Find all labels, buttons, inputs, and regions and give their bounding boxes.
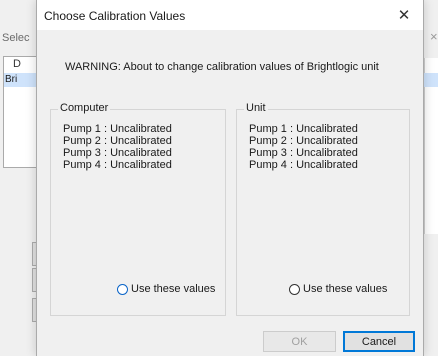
computer-pump-1: Pump 1 : Uncalibrated	[63, 123, 172, 135]
parent-list-header: D	[13, 58, 21, 70]
unit-pump-list: Pump 1 : Uncalibrated Pump 2 : Uncalibra…	[249, 123, 358, 171]
computer-pump-3: Pump 3 : Uncalibrated	[63, 147, 172, 159]
dialog-titlebar[interactable]: Choose Calibration Values ✕	[37, 0, 423, 30]
ok-button[interactable]: OK	[263, 331, 336, 352]
warning-message: WARNING: About to change calibration val…	[65, 61, 379, 73]
cancel-button[interactable]: Cancel	[343, 331, 415, 352]
close-button[interactable]: ✕	[385, 0, 423, 30]
computer-groupbox: Computer Pump 1 : Uncalibrated Pump 2 : …	[50, 102, 226, 316]
unit-pump-3: Pump 3 : Uncalibrated	[249, 147, 358, 159]
computer-group-label: Computer	[58, 102, 111, 114]
parent-close-icon[interactable]: ×	[430, 29, 438, 44]
radio-circle-icon[interactable]	[289, 283, 300, 295]
parent-window-title: Selec	[2, 32, 30, 44]
unit-use-values-radio[interactable]: Use these values	[289, 283, 387, 295]
computer-radio-label: Use these values	[131, 283, 216, 295]
parent-list-row-text: Bri	[5, 74, 18, 85]
computer-use-values-radio[interactable]: Use these values	[117, 283, 215, 295]
unit-pump-2: Pump 2 : Uncalibrated	[249, 135, 358, 147]
parent-right-row-selected	[424, 73, 438, 87]
unit-pump-4: Pump 4 : Uncalibrated	[249, 159, 358, 171]
dialog-title: Choose Calibration Values	[44, 9, 186, 23]
computer-pump-list: Pump 1 : Uncalibrated Pump 2 : Uncalibra…	[63, 123, 172, 171]
radio-circle-icon[interactable]	[117, 283, 128, 295]
computer-pump-2: Pump 2 : Uncalibrated	[63, 135, 172, 147]
calibration-dialog: Choose Calibration Values ✕ WARNING: Abo…	[36, 0, 424, 356]
computer-pump-4: Pump 4 : Uncalibrated	[63, 159, 172, 171]
unit-pump-1: Pump 1 : Uncalibrated	[249, 123, 358, 135]
unit-groupbox: Unit Pump 1 : Uncalibrated Pump 2 : Unca…	[236, 102, 410, 316]
close-icon: ✕	[397, 7, 411, 24]
unit-radio-label: Use these values	[303, 283, 388, 295]
unit-group-label: Unit	[244, 102, 268, 114]
